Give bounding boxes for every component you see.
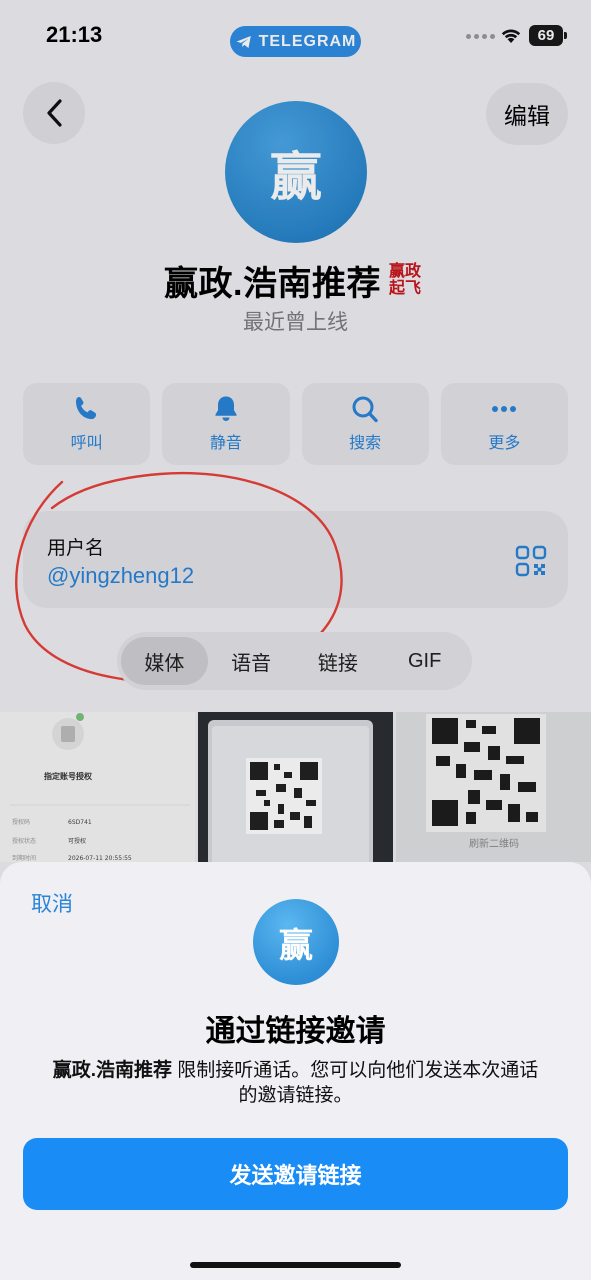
send-invite-link-button[interactable]: 发送邀请链接: [23, 1138, 568, 1210]
sheet-avatar: 赢: [253, 899, 339, 985]
invite-sheet: 取消 赢 通过链接邀请 赢政.浩南推荐 限制接听通话。您可以向他们发送本次通话的…: [0, 862, 591, 1280]
sheet-desc-name: 赢政.浩南推荐: [52, 1060, 172, 1081]
sheet-title: 通过链接邀请: [205, 1015, 386, 1048]
sheet-desc-text: 限制接听通话。您可以向他们发送本次通话的邀请链接。: [172, 1060, 539, 1106]
home-indicator: [190, 1262, 401, 1268]
sheet-description: 赢政.浩南推荐 限制接听通话。您可以向他们发送本次通话的邀请链接。: [50, 1058, 541, 1108]
cancel-button[interactable]: 取消: [31, 888, 73, 918]
